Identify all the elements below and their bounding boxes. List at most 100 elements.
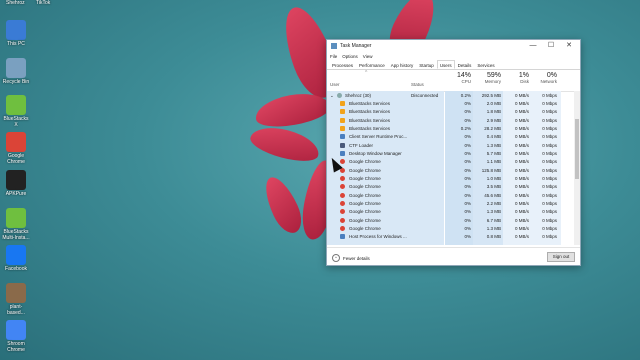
desktop-icon[interactable]: This PC <box>2 20 30 47</box>
process-memory: 2.0 MB <box>486 100 501 106</box>
tab-processes[interactable]: Processes <box>329 60 356 69</box>
desktop-label-shehroz[interactable]: Shehroz <box>6 0 25 6</box>
scrollbar-thumb[interactable] <box>575 119 579 179</box>
user-memory: 292.5 MB <box>481 92 501 98</box>
column-cpu[interactable]: 14% CPU <box>445 72 471 84</box>
menu-file[interactable]: File <box>330 54 337 59</box>
tab-users[interactable]: Users <box>436 60 455 69</box>
chrome-shortcut-icon <box>6 320 26 340</box>
user-name: Shehroz (30) <box>345 92 372 98</box>
desktop-icon[interactable]: Facebook <box>2 245 30 272</box>
desktop-icon-label: APKPure <box>5 191 27 197</box>
process-name: BlueStacks Services <box>349 117 391 123</box>
process-row[interactable]: Google Chrome 0% 3.5 MB 0 MB/s 0 Mbps <box>327 183 573 191</box>
vertical-scrollbar[interactable] <box>574 91 580 245</box>
process-row[interactable]: CTF Loader 0% 1.3 MB 0 MB/s 0 Mbps <box>327 141 573 149</box>
process-cpu: 0% <box>464 109 471 115</box>
tab-performance[interactable]: Performance <box>356 60 388 69</box>
process-network: 0 Mbps <box>542 117 557 123</box>
process-name: Google Chrome <box>349 200 381 206</box>
process-memory: 6.7 MB <box>486 217 501 223</box>
process-name: Google Chrome <box>349 175 381 181</box>
process-cpu: 0% <box>464 167 471 173</box>
bluestacks-icon <box>340 117 345 123</box>
process-row[interactable]: Host Process for Windows ... 0% 0.8 MB 0 MB… <box>327 233 573 241</box>
column-disk[interactable]: 1% Disk <box>503 72 529 84</box>
process-row[interactable]: BlueStacks Services 0% 1.8 MB 0 MB/s 0 Mbps <box>327 108 573 116</box>
process-network: 0 Mbps <box>542 100 557 106</box>
process-disk: 0 MB/s <box>514 100 529 106</box>
desktop-icon-label: This PC <box>7 41 25 47</box>
process-cpu: 0% <box>464 234 471 240</box>
desktop-icon[interactable]: BlueStacks Multi-Insta... <box>2 208 30 241</box>
process-cpu: 0% <box>464 150 471 156</box>
user-status: Disconnected <box>411 92 439 98</box>
process-row[interactable]: Google Chrome 0% 45.6 MB 0 MB/s 0 Mbps <box>327 191 573 199</box>
process-row[interactable]: Google Chrome 0% 2.2 MB 0 MB/s 0 Mbps <box>327 199 573 207</box>
desktop-icon[interactable]: plant-based... <box>2 283 30 316</box>
user-row[interactable]: ⌄ Shehroz (30) Disconnected 0.2% 292.5 M… <box>327 91 573 99</box>
desktop-icon-label: BlueStacks Multi-Insta... <box>2 229 30 241</box>
desktop-label-tiktok[interactable]: TikTok <box>36 0 50 6</box>
process-row[interactable]: Client Server Runtime Proc... 0% 0.4 MB 0 M… <box>327 133 573 141</box>
process-name: Google Chrome <box>349 167 381 173</box>
process-row[interactable]: BlueStacks Services 0% 2.0 MB 0 MB/s 0 Mbps <box>327 99 573 107</box>
process-disk: 0 MB/s <box>514 217 529 223</box>
column-header: ^ User Status 14% CPU 59% Memory 1% Disk… <box>327 70 580 92</box>
menu-options[interactable]: Options <box>342 54 358 59</box>
fewer-details-button[interactable]: ^ Fewer details <box>332 254 370 262</box>
chrome-icon <box>340 200 345 206</box>
chevron-up-icon: ^ <box>332 254 340 262</box>
menu-view[interactable]: View <box>363 54 373 59</box>
process-row[interactable]: Desktop Window Manager 0% 5.7 MB 0 MB/s 0 Mb… <box>327 149 573 157</box>
column-network[interactable]: 0% Network <box>531 72 557 84</box>
process-network: 0 Mbps <box>542 217 557 223</box>
column-memory[interactable]: 59% Memory <box>473 72 501 84</box>
process-row[interactable]: BlueStacks Services 0% 2.9 MB 0 MB/s 0 Mbps <box>327 116 573 124</box>
desktop-icon[interactable]: Google Chrome <box>2 132 30 165</box>
process-network: 0 Mbps <box>542 142 557 148</box>
process-row[interactable]: Google Chrome 0% 6.7 MB 0 MB/s 0 Mbps <box>327 216 573 224</box>
desktop-icon[interactable]: APKPure <box>2 170 30 197</box>
process-row[interactable]: Google Chrome 0% 1.1 MB 0 MB/s 0 Mbps <box>327 158 573 166</box>
chrome-icon <box>340 184 345 190</box>
title-bar[interactable]: Task Manager — ☐ ✕ <box>327 40 580 52</box>
network-total: 0% <box>546 72 557 79</box>
sign-out-button[interactable]: Sign out <box>547 252 575 262</box>
cpu-total: 14% <box>456 72 471 79</box>
process-memory: 45.6 MB <box>484 192 501 198</box>
collapse-chevron-icon[interactable]: ⌄ <box>330 93 334 99</box>
process-name: Google Chrome <box>349 184 381 190</box>
process-memory: 0.4 MB <box>486 134 501 140</box>
process-cpu: 0.2% <box>460 125 471 131</box>
tab-startup[interactable]: Startup <box>416 60 437 69</box>
tab-details[interactable]: Details <box>455 60 475 69</box>
system-icon <box>340 150 345 156</box>
task-manager-window[interactable]: Task Manager — ☐ ✕ File Options View Pro… <box>326 39 581 266</box>
process-row[interactable]: Google Chrome 0% 1.3 MB 0 MB/s 0 Mbps <box>327 225 573 233</box>
process-row[interactable]: BlueStacks Services 0.2% 28.2 MB 0 MB/s 0 Mb… <box>327 124 573 132</box>
tab-app-history[interactable]: App history <box>388 60 417 69</box>
desktop-icon[interactable]: Shroom Chrome <box>2 320 30 353</box>
desktop-icon[interactable]: BlueStacks X <box>2 95 30 128</box>
process-disk: 0 MB/s <box>514 175 529 181</box>
user-avatar-icon <box>337 92 342 98</box>
column-user[interactable]: User <box>330 82 340 87</box>
tab-services[interactable]: Services <box>474 60 497 69</box>
column-status[interactable]: Status <box>411 82 424 87</box>
close-button[interactable]: ✕ <box>560 40 578 52</box>
desktop-icon[interactable]: Recycle Bin <box>2 58 30 85</box>
process-network: 0 Mbps <box>542 226 557 231</box>
process-disk: 0 MB/s <box>514 159 529 165</box>
process-row[interactable]: Google Chrome 0% 1.0 MB 0 MB/s 0 Mbps <box>327 174 573 182</box>
process-row[interactable]: Google Chrome 0% 1.3 MB 0 MB/s 0 Mbps <box>327 208 573 216</box>
users-table: ⌄ Shehroz (30) Disconnected 0.2% 292.5 M… <box>327 91 573 245</box>
process-network: 0 Mbps <box>542 167 557 173</box>
process-memory: 1.1 MB <box>486 159 501 165</box>
process-cpu: 0% <box>464 100 471 106</box>
user-network: 0 Mbps <box>542 92 557 98</box>
process-row[interactable]: Google Chrome 0% 125.8 MB 0 MB/s 0 Mbps <box>327 166 573 174</box>
minimize-button[interactable]: — <box>524 40 542 52</box>
process-cpu: 0% <box>464 217 471 223</box>
maximize-button[interactable]: ☐ <box>542 40 560 52</box>
